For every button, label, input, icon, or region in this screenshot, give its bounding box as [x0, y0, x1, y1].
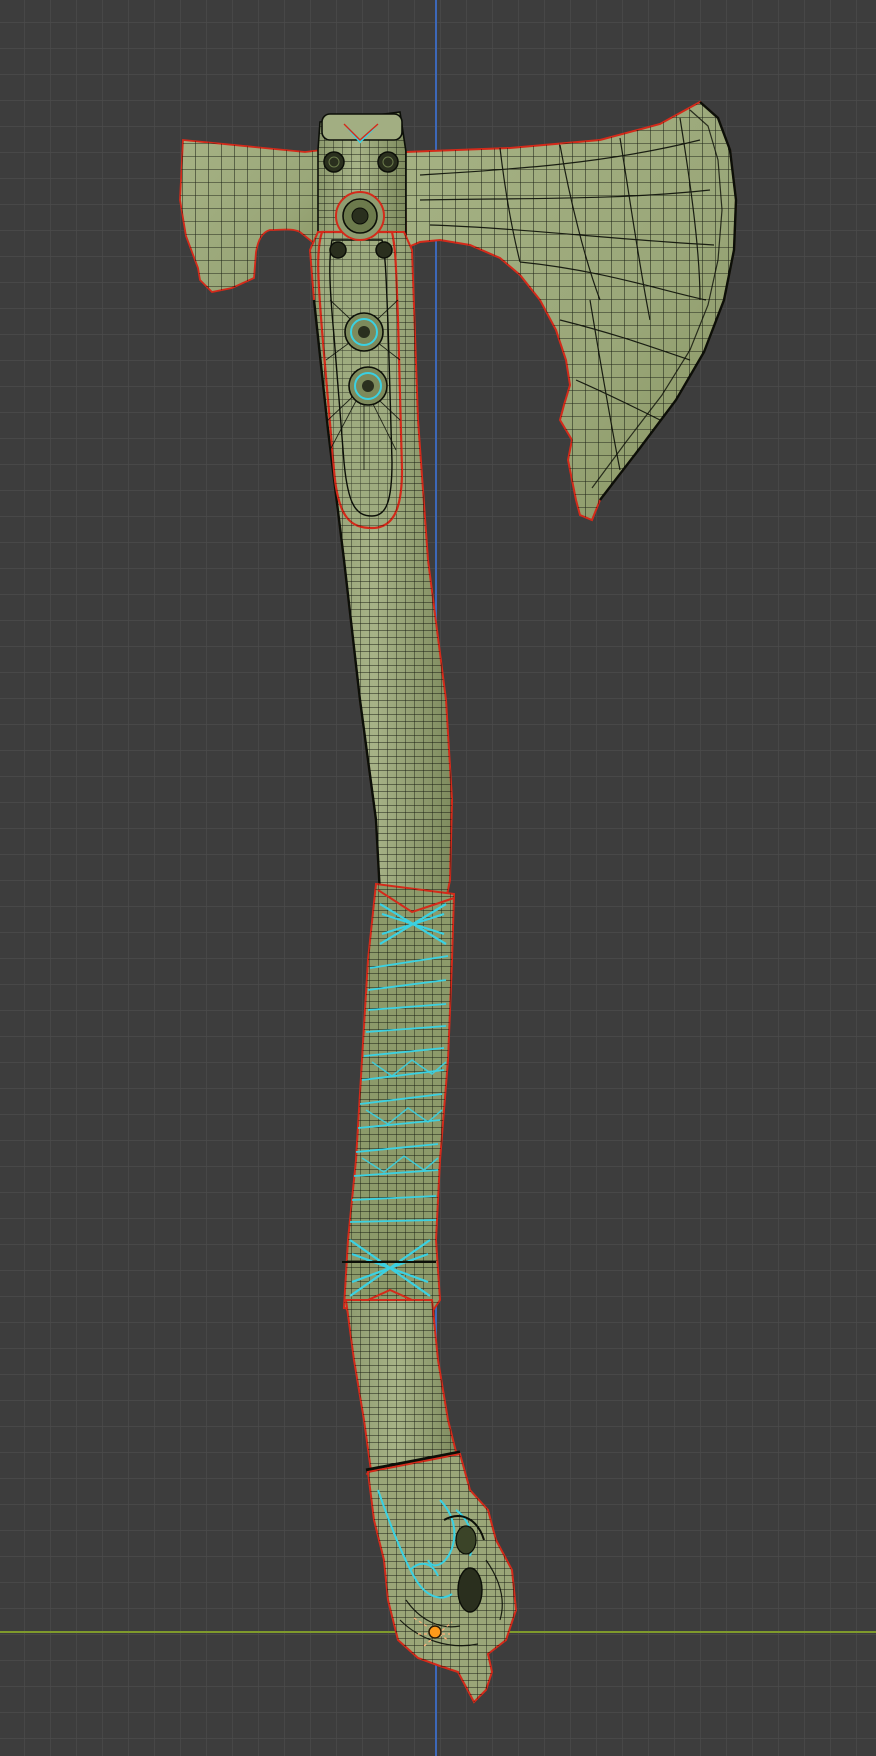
- rivet-mid-left: [329, 241, 347, 259]
- viewport-canvas[interactable]: [0, 0, 876, 1756]
- rivet-mid-right: [375, 241, 393, 259]
- object-origin-icon[interactable]: [428, 1625, 442, 1639]
- rivet-langet-lower: [348, 366, 388, 406]
- rivet-langet-upper: [344, 312, 384, 352]
- 3d-viewport[interactable]: [0, 0, 876, 1756]
- rivet-top-right: [377, 151, 399, 173]
- axe-top-cap[interactable]: [321, 113, 403, 141]
- rivet-center-large: [335, 191, 385, 241]
- pommel-eye: [457, 1567, 483, 1613]
- rivet-top-left: [323, 151, 345, 173]
